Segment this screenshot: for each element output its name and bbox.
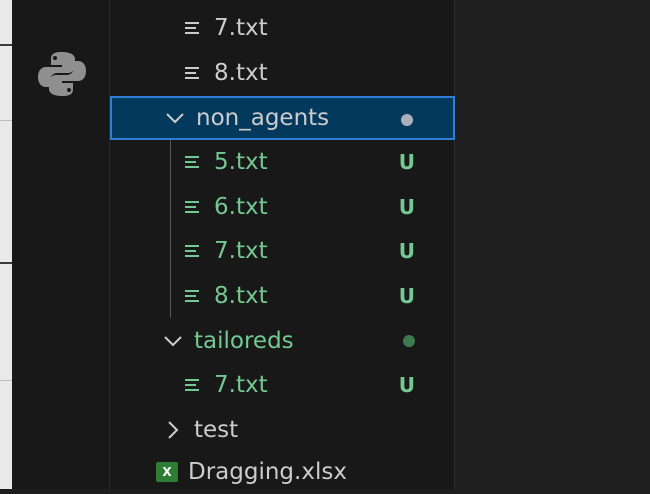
python-icon[interactable] bbox=[36, 48, 88, 100]
activity-bar bbox=[12, 0, 110, 489]
git-status-letter: U bbox=[398, 373, 415, 397]
excel-file-icon: X bbox=[156, 462, 178, 482]
tree-item-label: 7.txt bbox=[214, 238, 268, 264]
tree-item[interactable]: non_agents bbox=[110, 96, 455, 140]
file-lines-icon bbox=[182, 243, 204, 259]
chevron-down-icon bbox=[162, 335, 184, 347]
git-status-letter: U bbox=[398, 150, 415, 174]
tree-item[interactable]: 7.txt U bbox=[110, 363, 455, 407]
git-status-untracked-badge: U bbox=[399, 185, 415, 229]
tree-item-label: non_agents bbox=[196, 105, 330, 131]
tree-item[interactable]: X Dragging.xlsx bbox=[110, 450, 455, 494]
tree-item[interactable]: 7.txt U bbox=[110, 229, 455, 273]
tree-item-label: 7.txt bbox=[214, 15, 268, 41]
tree-item-label: Dragging.xlsx bbox=[188, 459, 347, 485]
background-window-strip bbox=[0, 0, 12, 489]
tree-item[interactable]: tailoreds bbox=[110, 319, 455, 363]
file-lines-icon bbox=[182, 377, 204, 393]
background-text-fragment bbox=[0, 44, 12, 46]
git-status-untracked-badge: U bbox=[399, 140, 415, 184]
git-status-untracked-badge: U bbox=[399, 274, 415, 318]
file-lines-icon bbox=[182, 65, 204, 81]
tree-item[interactable]: 6.txt U bbox=[110, 185, 455, 229]
git-status-dot-icon bbox=[401, 98, 413, 142]
tree-item-label: test bbox=[194, 417, 239, 443]
divider bbox=[0, 380, 12, 381]
editor-area bbox=[455, 0, 650, 489]
tree-item-label: 7.txt bbox=[214, 372, 268, 398]
tree-item[interactable]: test bbox=[110, 408, 455, 452]
tree-item-label: tailoreds bbox=[194, 328, 294, 354]
git-status-letter: U bbox=[398, 284, 415, 308]
git-status-untracked-badge: U bbox=[399, 229, 415, 273]
tree-item[interactable]: 7.txt bbox=[110, 6, 455, 50]
chevron-down-icon bbox=[164, 112, 186, 124]
tree-item-label: 8.txt bbox=[214, 60, 268, 86]
background-text-fragment bbox=[0, 262, 12, 264]
file-lines-icon bbox=[182, 20, 204, 36]
git-status-dot-icon bbox=[403, 319, 415, 363]
file-lines-icon bbox=[182, 154, 204, 170]
git-status-letter: U bbox=[398, 195, 415, 219]
tree-item[interactable]: 8.txt bbox=[110, 51, 455, 95]
tree-item[interactable]: 8.txt U bbox=[110, 274, 455, 318]
file-lines-icon bbox=[182, 288, 204, 304]
divider bbox=[0, 120, 12, 121]
tree-item[interactable]: 5.txt U bbox=[110, 140, 455, 184]
git-status-untracked-badge: U bbox=[399, 363, 415, 407]
git-status-letter: U bbox=[398, 239, 415, 263]
tree-item-label: 8.txt bbox=[214, 283, 268, 309]
chevron-right-icon bbox=[162, 420, 184, 440]
tree-item-label: 5.txt bbox=[214, 149, 268, 175]
tree-item-label: 6.txt bbox=[214, 194, 268, 220]
file-lines-icon bbox=[182, 199, 204, 215]
explorer-tree: 7.txt 8.txt non_agents 5.txt U 6.txt U 7.txt U 8.… bbox=[110, 0, 455, 489]
